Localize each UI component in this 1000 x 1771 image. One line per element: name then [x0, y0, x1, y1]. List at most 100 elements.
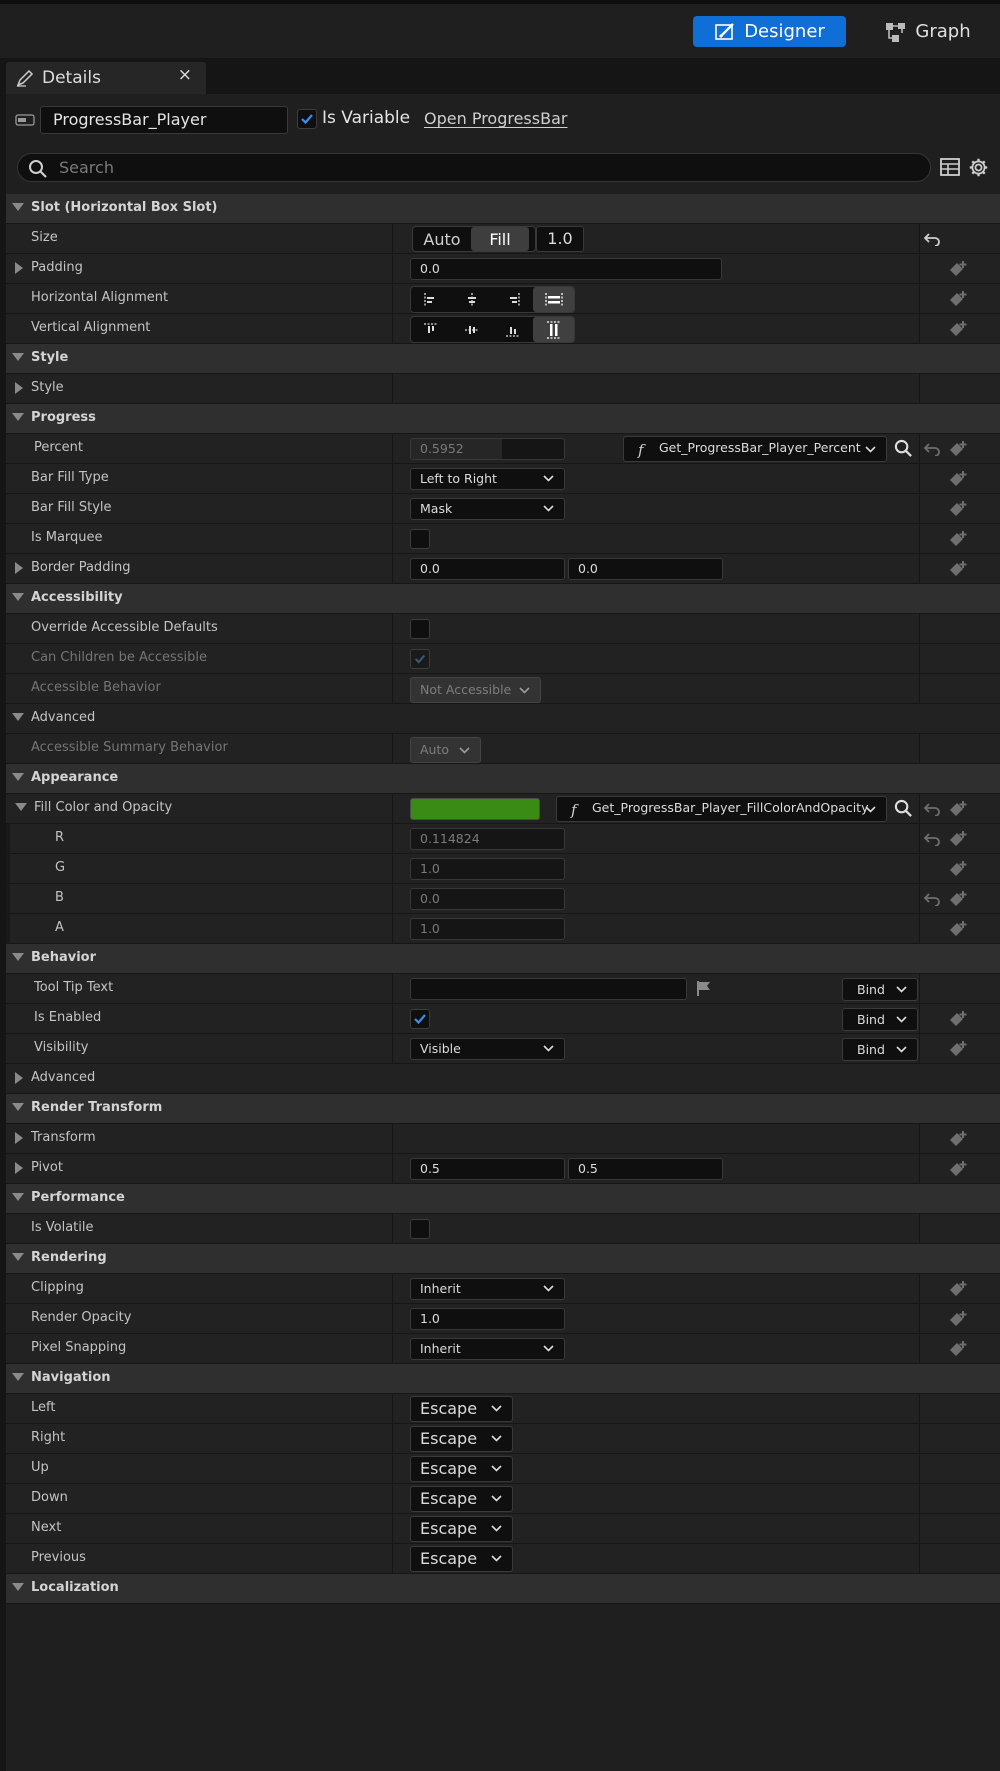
fill-color-binding-dropdown[interactable]: f Get_ProgressBar_Player_FillColorAndOpa…	[556, 796, 887, 822]
graph-mode-button[interactable]: Graph	[868, 16, 988, 47]
size-auto-option[interactable]: Auto	[413, 227, 471, 251]
pivot-y-input[interactable]: 0.5	[568, 1158, 723, 1180]
add-keyframe-icon[interactable]	[948, 500, 968, 518]
nav-up-dropdown[interactable]: Escape	[410, 1456, 513, 1482]
align-middle-icon[interactable]	[452, 317, 493, 342]
align-bottom-icon[interactable]	[493, 317, 534, 342]
add-keyframe-icon[interactable]	[948, 290, 968, 308]
localization-flag-icon[interactable]	[696, 980, 712, 997]
percent-binding-dropdown[interactable]: f Get_ProgressBar_Player_Percent	[623, 436, 887, 462]
color-g-input[interactable]: 1.0	[410, 858, 565, 880]
align-vfill-icon[interactable]	[533, 317, 574, 342]
reset-to-default-icon[interactable]	[924, 232, 940, 246]
category-style[interactable]: Style	[6, 344, 1000, 374]
category-behavior[interactable]: Behavior	[6, 944, 1000, 974]
property-matrix-icon[interactable]	[940, 158, 960, 176]
category-slot[interactable]: Slot (Horizontal Box Slot)	[6, 194, 1000, 224]
expand-arrow-icon[interactable]	[15, 562, 23, 574]
category-progress[interactable]: Progress	[6, 404, 1000, 434]
border-padding-x-input[interactable]: 0.0	[410, 558, 565, 580]
is-enabled-bind-button[interactable]: Bind	[842, 1008, 918, 1031]
close-tab-icon[interactable]: ×	[178, 65, 192, 85]
category-appearance[interactable]: Appearance	[6, 764, 1000, 794]
add-keyframe-icon[interactable]	[948, 530, 968, 548]
category-performance[interactable]: Performance	[6, 1184, 1000, 1214]
collapse-arrow-icon[interactable]	[15, 803, 27, 811]
add-keyframe-icon[interactable]	[948, 920, 968, 938]
render-opacity-input[interactable]: 1.0	[410, 1308, 565, 1330]
align-fill-icon[interactable]	[533, 287, 574, 312]
expand-arrow-icon[interactable]	[15, 382, 23, 394]
visibility-bind-button[interactable]: Bind	[842, 1038, 918, 1061]
add-keyframe-icon[interactable]	[948, 860, 968, 878]
nav-next-dropdown[interactable]: Escape	[410, 1516, 513, 1542]
nav-left-dropdown[interactable]: Escape	[410, 1396, 513, 1422]
designer-mode-button[interactable]: Designer	[693, 16, 846, 47]
align-top-icon[interactable]	[411, 317, 452, 342]
add-keyframe-icon[interactable]	[948, 1130, 968, 1148]
add-keyframe-icon[interactable]	[948, 560, 968, 578]
add-keyframe-icon[interactable]	[948, 260, 968, 278]
nav-previous-dropdown[interactable]: Escape	[410, 1546, 513, 1572]
padding-input[interactable]: 0.0	[410, 258, 722, 280]
reset-to-default-icon[interactable]	[924, 892, 940, 906]
size-value-input[interactable]: 1.0	[536, 226, 584, 252]
category-localization[interactable]: Localization	[6, 1574, 1000, 1604]
nav-right-dropdown[interactable]: Escape	[410, 1426, 513, 1452]
border-padding-y-input[interactable]: 0.0	[568, 558, 723, 580]
add-keyframe-icon[interactable]	[948, 1310, 968, 1328]
reset-to-default-icon[interactable]	[924, 832, 940, 846]
override-accessible-checkbox[interactable]	[410, 619, 430, 639]
add-keyframe-icon[interactable]	[948, 800, 968, 818]
align-left-icon[interactable]	[411, 287, 452, 312]
add-keyframe-icon[interactable]	[948, 320, 968, 338]
is-enabled-checkbox[interactable]	[410, 1009, 430, 1029]
reset-to-default-icon[interactable]	[924, 802, 940, 816]
size-fill-option[interactable]: Fill	[471, 227, 529, 251]
tooltip-text-input[interactable]	[410, 978, 687, 1000]
category-rendering[interactable]: Rendering	[6, 1244, 1000, 1274]
pivot-x-input[interactable]: 0.5	[410, 1158, 565, 1180]
bar-fill-style-dropdown[interactable]: Mask	[410, 498, 565, 520]
category-accessibility[interactable]: Accessibility	[6, 584, 1000, 614]
subcategory-advanced[interactable]: Advanced	[6, 1064, 1000, 1094]
nav-down-dropdown[interactable]: Escape	[410, 1486, 513, 1512]
tooltip-bind-button[interactable]: Bind	[842, 978, 918, 1001]
category-render-transform[interactable]: Render Transform	[6, 1094, 1000, 1124]
search-icon[interactable]	[894, 799, 913, 818]
add-keyframe-icon[interactable]	[948, 830, 968, 848]
widget-name-input[interactable]: ProgressBar_Player	[40, 106, 288, 134]
open-progressbar-link[interactable]: Open ProgressBar	[424, 109, 567, 128]
fill-color-swatch[interactable]	[410, 798, 540, 820]
tab-details[interactable]: Details ×	[6, 62, 206, 94]
clipping-dropdown[interactable]: Inherit	[410, 1278, 565, 1300]
is-variable-checkbox[interactable]	[297, 109, 317, 129]
color-b-input[interactable]: 0.0	[410, 888, 565, 910]
subcategory-advanced[interactable]: Advanced	[6, 704, 1000, 734]
gear-icon[interactable]	[968, 157, 989, 178]
add-keyframe-icon[interactable]	[948, 1280, 968, 1298]
visibility-dropdown[interactable]: Visible	[410, 1038, 565, 1060]
expand-arrow-icon[interactable]	[15, 1162, 23, 1174]
color-a-input[interactable]: 1.0	[410, 918, 565, 940]
add-keyframe-icon[interactable]	[948, 470, 968, 488]
search-icon[interactable]	[894, 439, 913, 458]
color-r-input[interactable]: 0.114824	[410, 828, 565, 850]
add-keyframe-icon[interactable]	[948, 1340, 968, 1358]
align-center-icon[interactable]	[452, 287, 493, 312]
add-keyframe-icon[interactable]	[948, 1160, 968, 1178]
expand-arrow-icon[interactable]	[15, 262, 23, 274]
percent-input[interactable]: 0.5952	[410, 438, 565, 460]
search-input[interactable]: Search	[17, 153, 931, 182]
reset-to-default-icon[interactable]	[924, 442, 940, 456]
add-keyframe-icon[interactable]	[948, 1010, 968, 1028]
align-right-icon[interactable]	[493, 287, 534, 312]
expand-arrow-icon[interactable]	[15, 1132, 23, 1144]
add-keyframe-icon[interactable]	[948, 440, 968, 458]
is-volatile-checkbox[interactable]	[410, 1219, 430, 1239]
add-keyframe-icon[interactable]	[948, 890, 968, 908]
pixel-snapping-dropdown[interactable]: Inherit	[410, 1338, 565, 1360]
is-marquee-checkbox[interactable]	[410, 529, 430, 549]
bar-fill-type-dropdown[interactable]: Left to Right	[410, 468, 565, 490]
category-navigation[interactable]: Navigation	[6, 1364, 1000, 1394]
